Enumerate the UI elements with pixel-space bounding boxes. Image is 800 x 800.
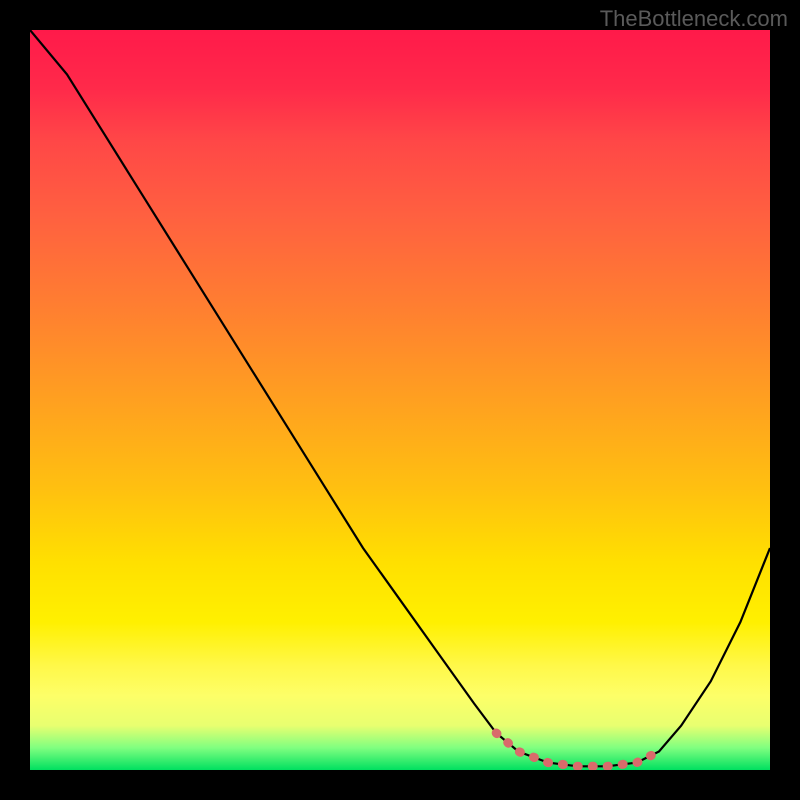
plot-area [30, 30, 770, 770]
chart-svg [30, 30, 770, 770]
watermark-text: TheBottleneck.com [600, 6, 788, 32]
highlight-range [496, 733, 659, 766]
bottleneck-curve [30, 30, 770, 766]
